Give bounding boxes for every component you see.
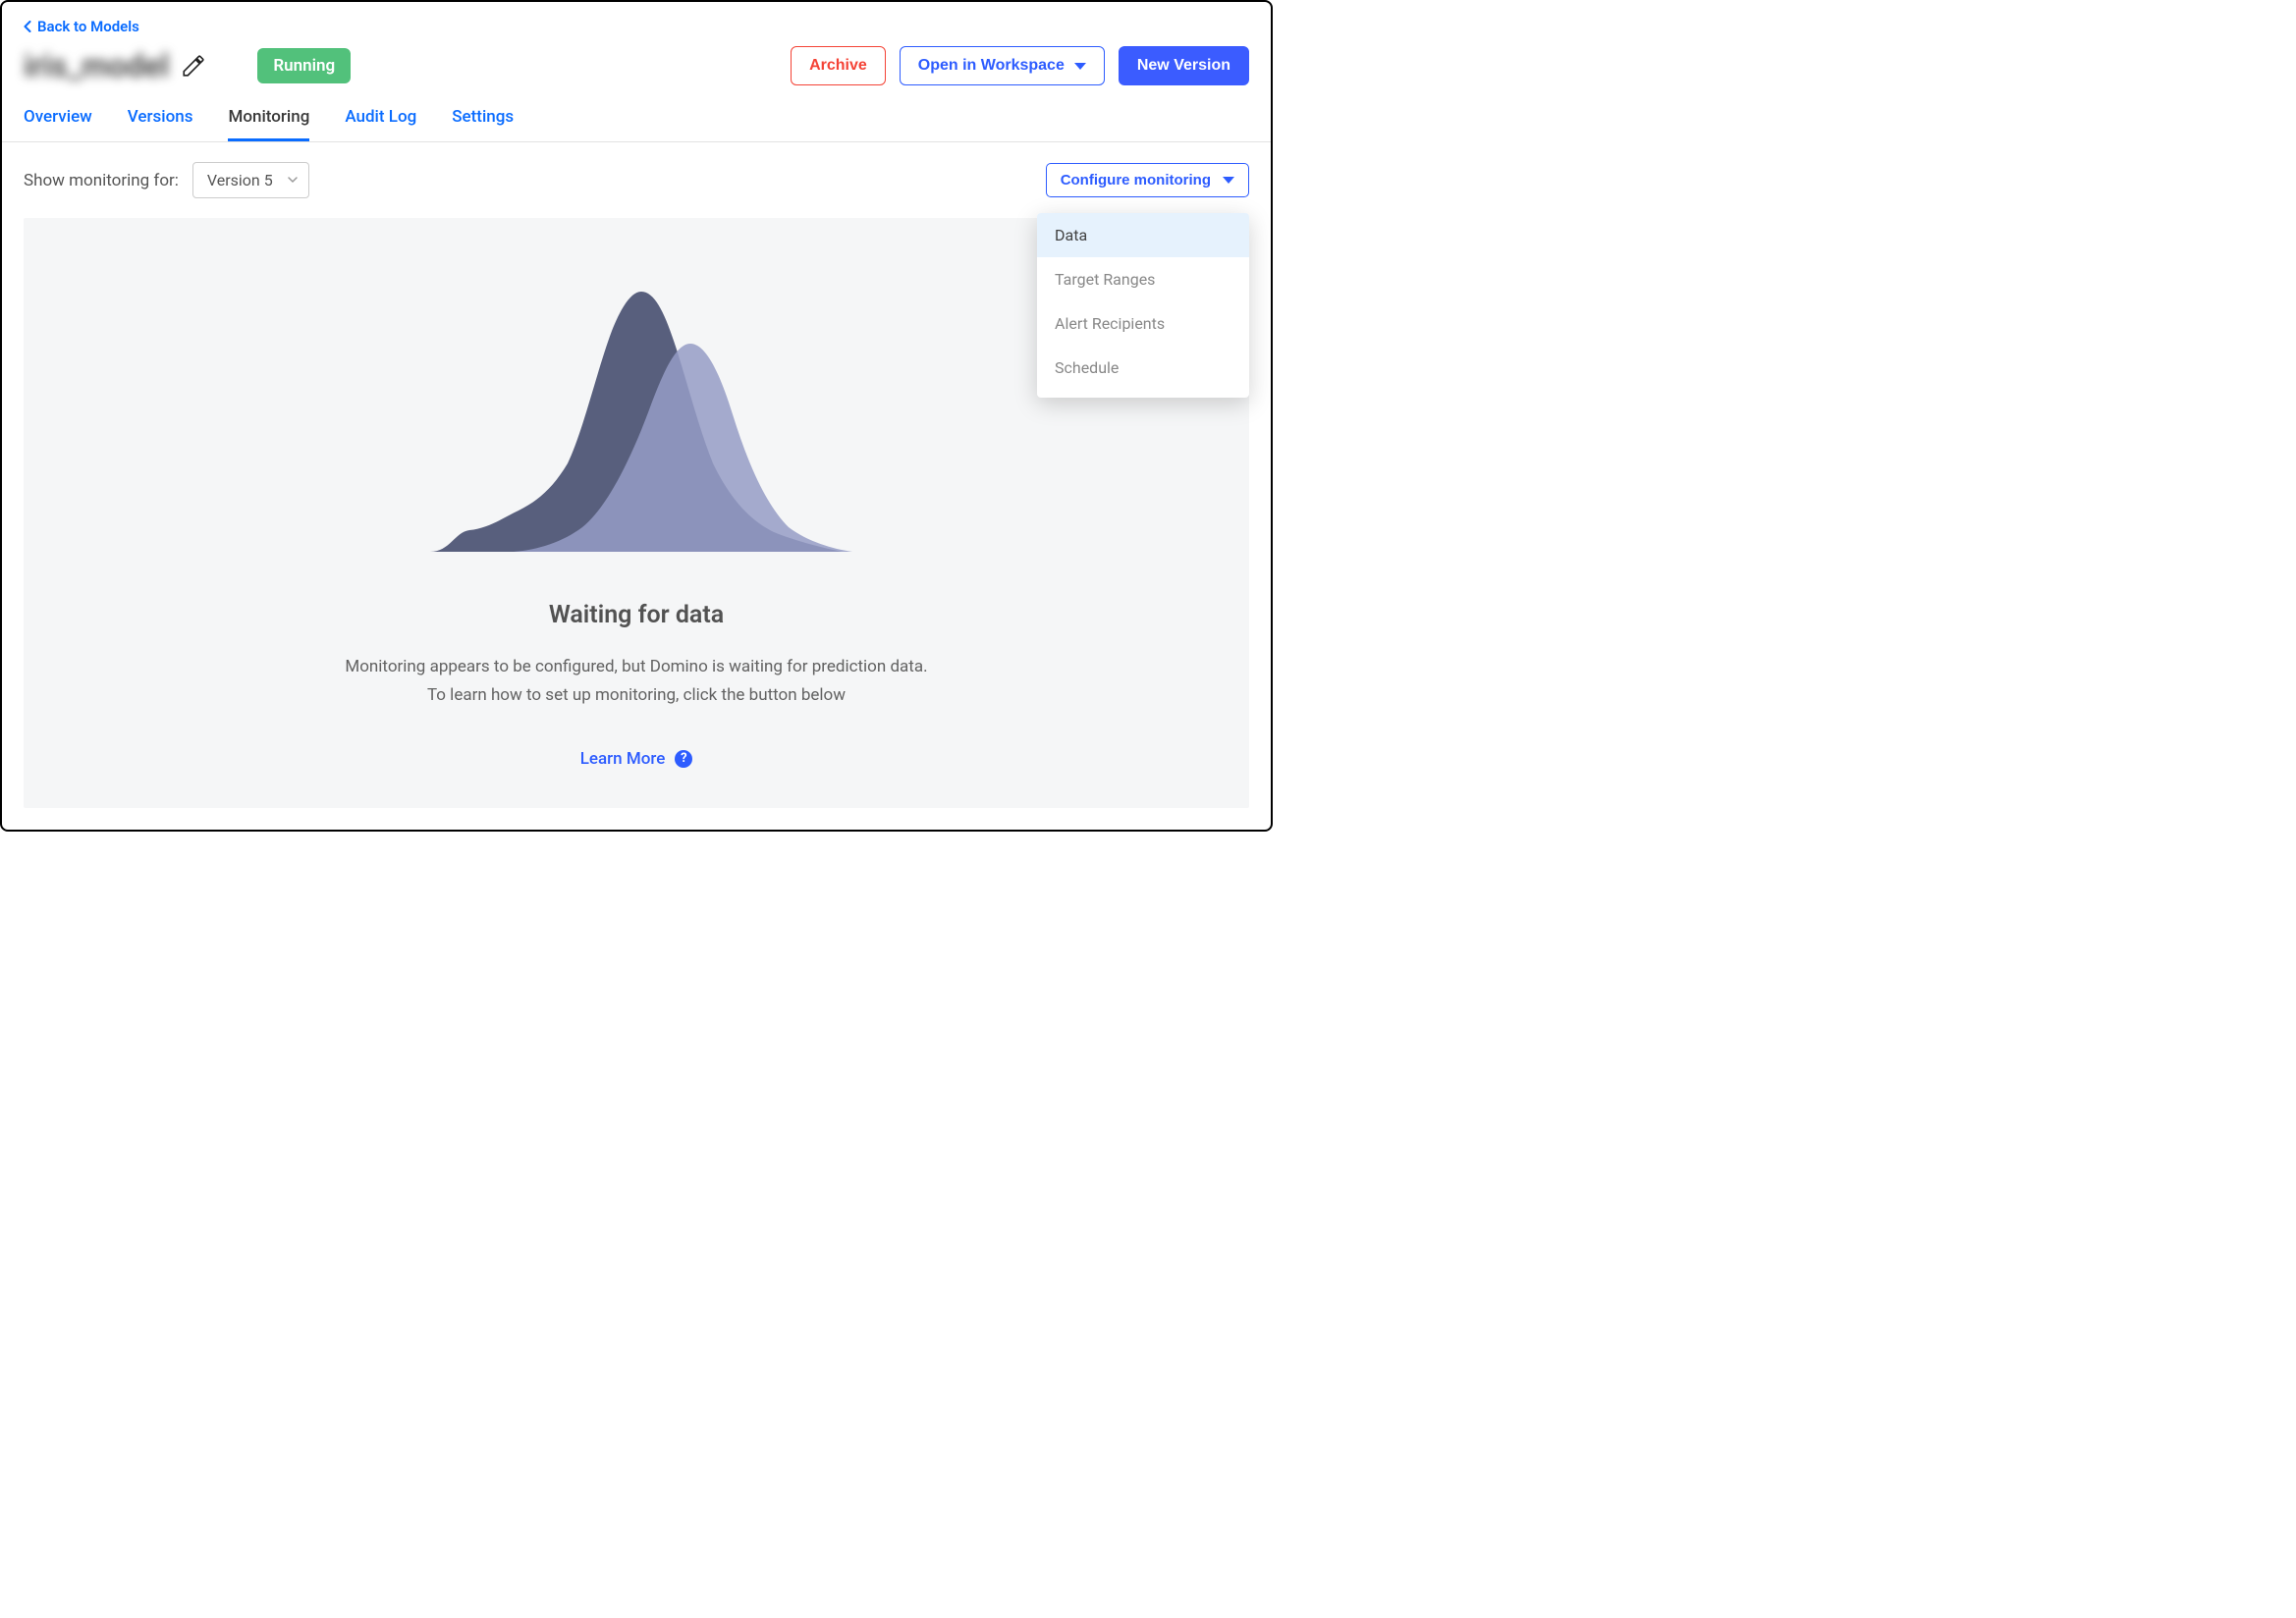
show-monitoring-for: Show monitoring for: Version 5 — [24, 162, 309, 198]
new-version-button[interactable]: New Version — [1119, 46, 1249, 85]
configure-monitoring-label: Configure monitoring — [1061, 172, 1211, 189]
learn-more-link[interactable]: Learn More ? — [580, 749, 693, 769]
open-in-workspace-label: Open in Workspace — [918, 57, 1065, 75]
tab-audit-log[interactable]: Audit Log — [345, 107, 416, 141]
show-for-label: Show monitoring for: — [24, 171, 179, 190]
tab-overview[interactable]: Overview — [24, 107, 92, 141]
chevron-left-icon — [24, 21, 31, 32]
archive-button[interactable]: Archive — [791, 46, 886, 85]
caret-down-icon — [1074, 63, 1086, 70]
dropdown-item-alert-recipients[interactable]: Alert Recipients — [1037, 301, 1249, 346]
distribution-illustration-icon — [401, 277, 872, 562]
empty-state-line2: To learn how to set up monitoring, click… — [427, 685, 846, 705]
model-monitoring-page: Back to Models iris_model Running Archiv… — [0, 0, 1273, 832]
empty-state-title: Waiting for data — [549, 601, 724, 629]
dropdown-item-data[interactable]: Data — [1037, 213, 1249, 257]
status-badge: Running — [257, 48, 351, 83]
header-actions: Archive Open in Workspace New Version — [791, 46, 1249, 85]
tab-versions[interactable]: Versions — [128, 107, 193, 141]
caret-down-icon — [1223, 177, 1234, 184]
open-in-workspace-button[interactable]: Open in Workspace — [900, 46, 1105, 85]
configure-monitoring-button[interactable]: Configure monitoring — [1046, 163, 1249, 197]
version-select-value: Version 5 — [207, 171, 273, 189]
learn-more-label: Learn More — [580, 749, 666, 769]
empty-state-line1: Monitoring appears to be configured, but… — [345, 657, 927, 676]
model-title: iris_model — [24, 47, 169, 84]
dropdown-item-target-ranges[interactable]: Target Ranges — [1037, 257, 1249, 301]
configure-monitoring-dropdown: Data Target Ranges Alert Recipients Sche… — [1037, 213, 1249, 398]
back-link-label: Back to Models — [37, 18, 139, 35]
tab-monitoring[interactable]: Monitoring — [228, 107, 309, 141]
dropdown-item-schedule[interactable]: Schedule — [1037, 346, 1249, 390]
version-select[interactable]: Version 5 — [192, 162, 309, 198]
empty-state-text: Monitoring appears to be configured, but… — [345, 653, 927, 710]
help-icon: ? — [675, 750, 692, 768]
controls-row: Show monitoring for: Version 5 Configure… — [2, 142, 1271, 218]
chevron-down-icon — [287, 171, 299, 189]
edit-title-button[interactable] — [181, 53, 206, 79]
tabs: Overview Versions Monitoring Audit Log S… — [2, 85, 1271, 142]
back-to-models-link[interactable]: Back to Models — [2, 2, 161, 35]
title-group: iris_model Running — [24, 47, 351, 84]
tab-settings[interactable]: Settings — [452, 107, 514, 141]
pencil-icon — [181, 53, 206, 79]
page-header: iris_model Running Archive Open in Works… — [2, 36, 1271, 85]
